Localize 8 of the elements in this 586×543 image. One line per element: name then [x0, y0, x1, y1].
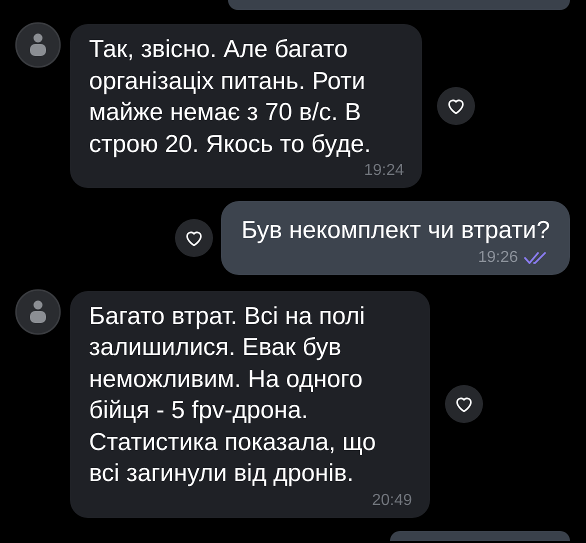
- message-text: Так, звісно. Але багато організаціх питань. Роти майже немає з 70 в/с. В строю 20. Якось то буде.: [89, 35, 372, 160]
- message-text: Багато втрат. Всі на полі залишилися. Евак був неможливим. На одного бійця - 5 fpv-дрона. Статистика показала, що всі загинули від дронів.: [89, 302, 377, 489]
- message-time: 19:26: [478, 248, 518, 266]
- avatar-icon[interactable]: [15, 288, 61, 334]
- message-time: 20:49: [372, 492, 412, 510]
- message-time: 19:24: [364, 162, 404, 180]
- avatar-icon[interactable]: [15, 22, 61, 68]
- message-text: Був некомплект чи втрати?: [241, 216, 550, 246]
